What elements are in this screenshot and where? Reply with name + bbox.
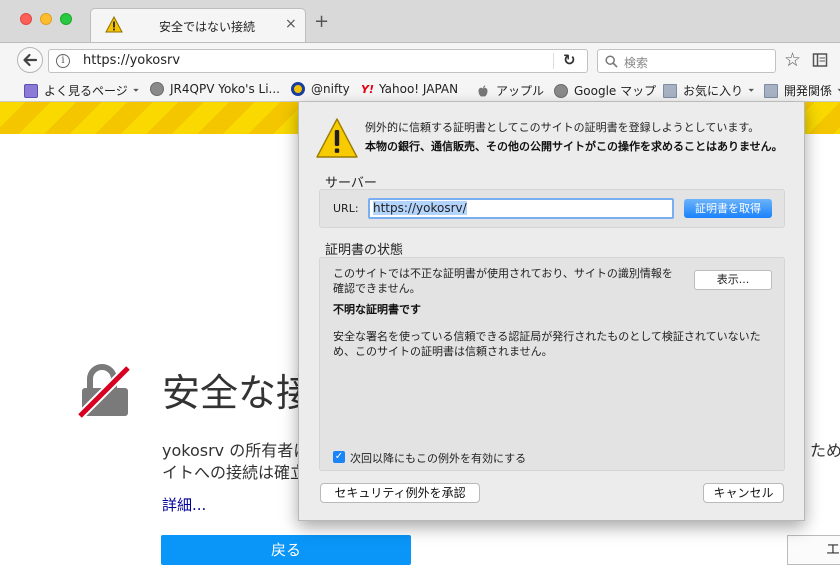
search-icon	[605, 55, 618, 68]
site-info-icon[interactable]: i	[56, 54, 70, 68]
smart-folder-icon	[24, 83, 38, 98]
navigation-toolbar: i https://yokosrv ↻ 検索 ☆	[0, 42, 840, 78]
tab-insecure-connection[interactable]: 安全ではない接続 ×	[90, 8, 306, 42]
details-link[interactable]: 詳細...	[162, 494, 206, 515]
url-bar-divider	[553, 53, 554, 69]
window-close-button[interactable]	[20, 13, 32, 25]
view-certificate-button[interactable]: 表示...	[694, 270, 772, 290]
bookmark-favorites-folder[interactable]: お気に入り ⏷	[663, 82, 754, 99]
page-description-fragment: ため、	[810, 441, 840, 460]
bookmark-most-visited[interactable]: よく見るページ ⏷	[24, 82, 139, 99]
add-security-exception-dialog: 例外的に信頼する証明書としてこのサイトの証明書を登録しようとしています。 本物の…	[298, 102, 805, 521]
permanent-exception-label[interactable]: 次回以降にもこの例外を有効にする	[350, 450, 526, 466]
advanced-button[interactable]: エ	[787, 535, 840, 565]
folder-icon	[764, 83, 778, 98]
bookmark-google-maps[interactable]: Google マップ	[554, 82, 656, 99]
globe-icon	[554, 83, 568, 98]
status-detail: 安全な署名を使っている信頼できる認証局が発行されたものとして検証されていないた	[333, 330, 761, 343]
permanent-exception-checkbox[interactable]: ✓	[333, 451, 345, 463]
new-tab-button[interactable]: +	[314, 13, 329, 31]
back-button[interactable]	[17, 47, 43, 73]
url-bar[interactable]: i https://yokosrv ↻	[48, 49, 588, 73]
get-certificate-button[interactable]: 証明書を取得	[684, 199, 772, 218]
bookmark-star-icon[interactable]: ☆	[784, 49, 801, 71]
bookmark-apple[interactable]: アップル	[476, 82, 544, 99]
globe-icon	[150, 82, 164, 96]
url-text[interactable]: https://yokosrv	[83, 53, 180, 68]
chevron-down-icon: ⏷	[132, 85, 140, 95]
bookmarks-toolbar: よく見るページ ⏷ JR4QPV Yoko's Li... @nifty Y! …	[0, 78, 840, 102]
certificate-status-label: 証明書の状態	[325, 243, 404, 258]
certificate-status-section: このサイトでは不正な証明書が使用されており、サイトの識別情報を 確認できません。…	[319, 257, 785, 471]
dialog-message: 例外的に信頼する証明書としてこのサイトの証明書を登録しようとしています。	[365, 121, 760, 134]
search-placeholder: 検索	[624, 56, 649, 70]
warning-icon	[105, 16, 123, 33]
bookmark-development-folder[interactable]: 開発関係 ⏷	[764, 82, 840, 99]
unknown-certificate-heading: 不明な証明書です	[333, 303, 421, 316]
yahoo-logo-icon: Y!	[361, 82, 374, 96]
status-detail: め、このサイトの証明書は信頼されません。	[333, 345, 553, 358]
dialog-warning-message: 本物の銀行、通信販売、その他の公開サイトがこの操作を求めることはありません。	[365, 140, 783, 153]
page-title: 安全な接	[162, 371, 315, 415]
url-label: URL:	[333, 202, 359, 215]
search-input[interactable]: 検索	[597, 49, 776, 73]
cancel-button[interactable]: キャンセル	[703, 483, 784, 503]
status-description: 確認できません。	[333, 282, 421, 295]
status-description: このサイトでは不正な証明書が使用されており、サイトの識別情報を	[333, 267, 673, 280]
go-back-button[interactable]: 戻る	[161, 535, 411, 565]
tab-title: 安全ではない接続	[159, 20, 256, 34]
server-url-input[interactable]: https://yokosrv/	[368, 198, 674, 219]
server-section: URL: https://yokosrv/ 証明書を取得	[319, 189, 785, 228]
window-zoom-button[interactable]	[60, 13, 72, 25]
bookmark-nifty[interactable]: @nifty	[291, 82, 350, 96]
page-description: yokosrv の所有者に イトへの接続は確立	[162, 441, 302, 482]
back-arrow-icon	[23, 53, 38, 67]
bookmark-jr4qpv[interactable]: JR4QPV Yoko's Li...	[150, 82, 280, 96]
tab-close-icon[interactable]: ×	[285, 16, 297, 32]
apple-icon	[478, 84, 488, 97]
nifty-logo-icon	[291, 82, 305, 96]
warning-icon	[316, 118, 358, 158]
confirm-security-exception-button[interactable]: セキュリティ例外を承認	[320, 483, 480, 503]
folder-icon	[663, 83, 677, 98]
reload-icon[interactable]: ↻	[563, 51, 576, 69]
tab-strip: 安全ではない接続 × +	[0, 0, 840, 42]
bookmark-yahoo-japan[interactable]: Y! Yahoo! JAPAN	[361, 82, 458, 96]
broken-lock-icon	[76, 364, 132, 420]
window-minimize-button[interactable]	[40, 13, 52, 25]
library-icon[interactable]	[812, 52, 828, 68]
chevron-down-icon: ⏷	[748, 85, 755, 95]
